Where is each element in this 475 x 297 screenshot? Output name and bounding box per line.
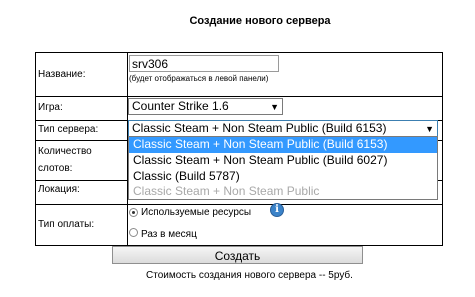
- name-label: Название:: [38, 69, 86, 80]
- chevron-down-icon: ▼: [425, 124, 434, 134]
- name-hint: (будет отображаться в левой панели): [129, 74, 269, 83]
- payment-radio-resources-label: Используемые ресурсы: [141, 207, 252, 218]
- location-label: Локация:: [38, 184, 80, 195]
- server-type-select-value: Classic Steam + Non Steam Public (Build …: [132, 121, 387, 135]
- cost-text: Стоимость создания нового сервера -- 5ру…: [146, 270, 353, 281]
- server-type-option-disabled: Classic Steam + Non Steam Public: [133, 184, 320, 198]
- server-type-option[interactable]: Classic (Build 5787): [129, 169, 437, 185]
- server-type-dropdown: Classic Steam + Non Steam Public (Build …: [128, 136, 438, 200]
- game-select-value: Counter Strike 1.6: [132, 99, 229, 113]
- server-type-label: Тип сервера:: [38, 124, 99, 135]
- page-title: Создание нового сервера: [189, 15, 331, 27]
- chevron-down-icon: ▼: [270, 102, 279, 112]
- game-label: Игра:: [38, 102, 63, 113]
- slots-label-line2: слотов:: [38, 163, 73, 174]
- server-type-option[interactable]: Classic Steam + Non Steam Public (Build …: [129, 153, 437, 169]
- game-select[interactable]: Counter Strike 1.6 ▼: [128, 98, 283, 115]
- payment-label: Тип оплаты:: [38, 219, 95, 230]
- slots-label-line1: Количество: [38, 146, 92, 157]
- info-icon[interactable]: i: [270, 203, 284, 217]
- server-type-select[interactable]: Classic Steam + Non Steam Public (Build …: [128, 120, 438, 137]
- server-type-option[interactable]: Classic Steam + Non Steam Public (Build …: [129, 137, 437, 153]
- payment-radio-monthly-label: Раз в месяц: [141, 229, 197, 240]
- payment-radio-monthly[interactable]: [129, 228, 138, 237]
- create-server-button[interactable]: Создать: [112, 246, 363, 264]
- server-name-input[interactable]: [129, 55, 279, 72]
- payment-radio-resources[interactable]: [129, 208, 138, 217]
